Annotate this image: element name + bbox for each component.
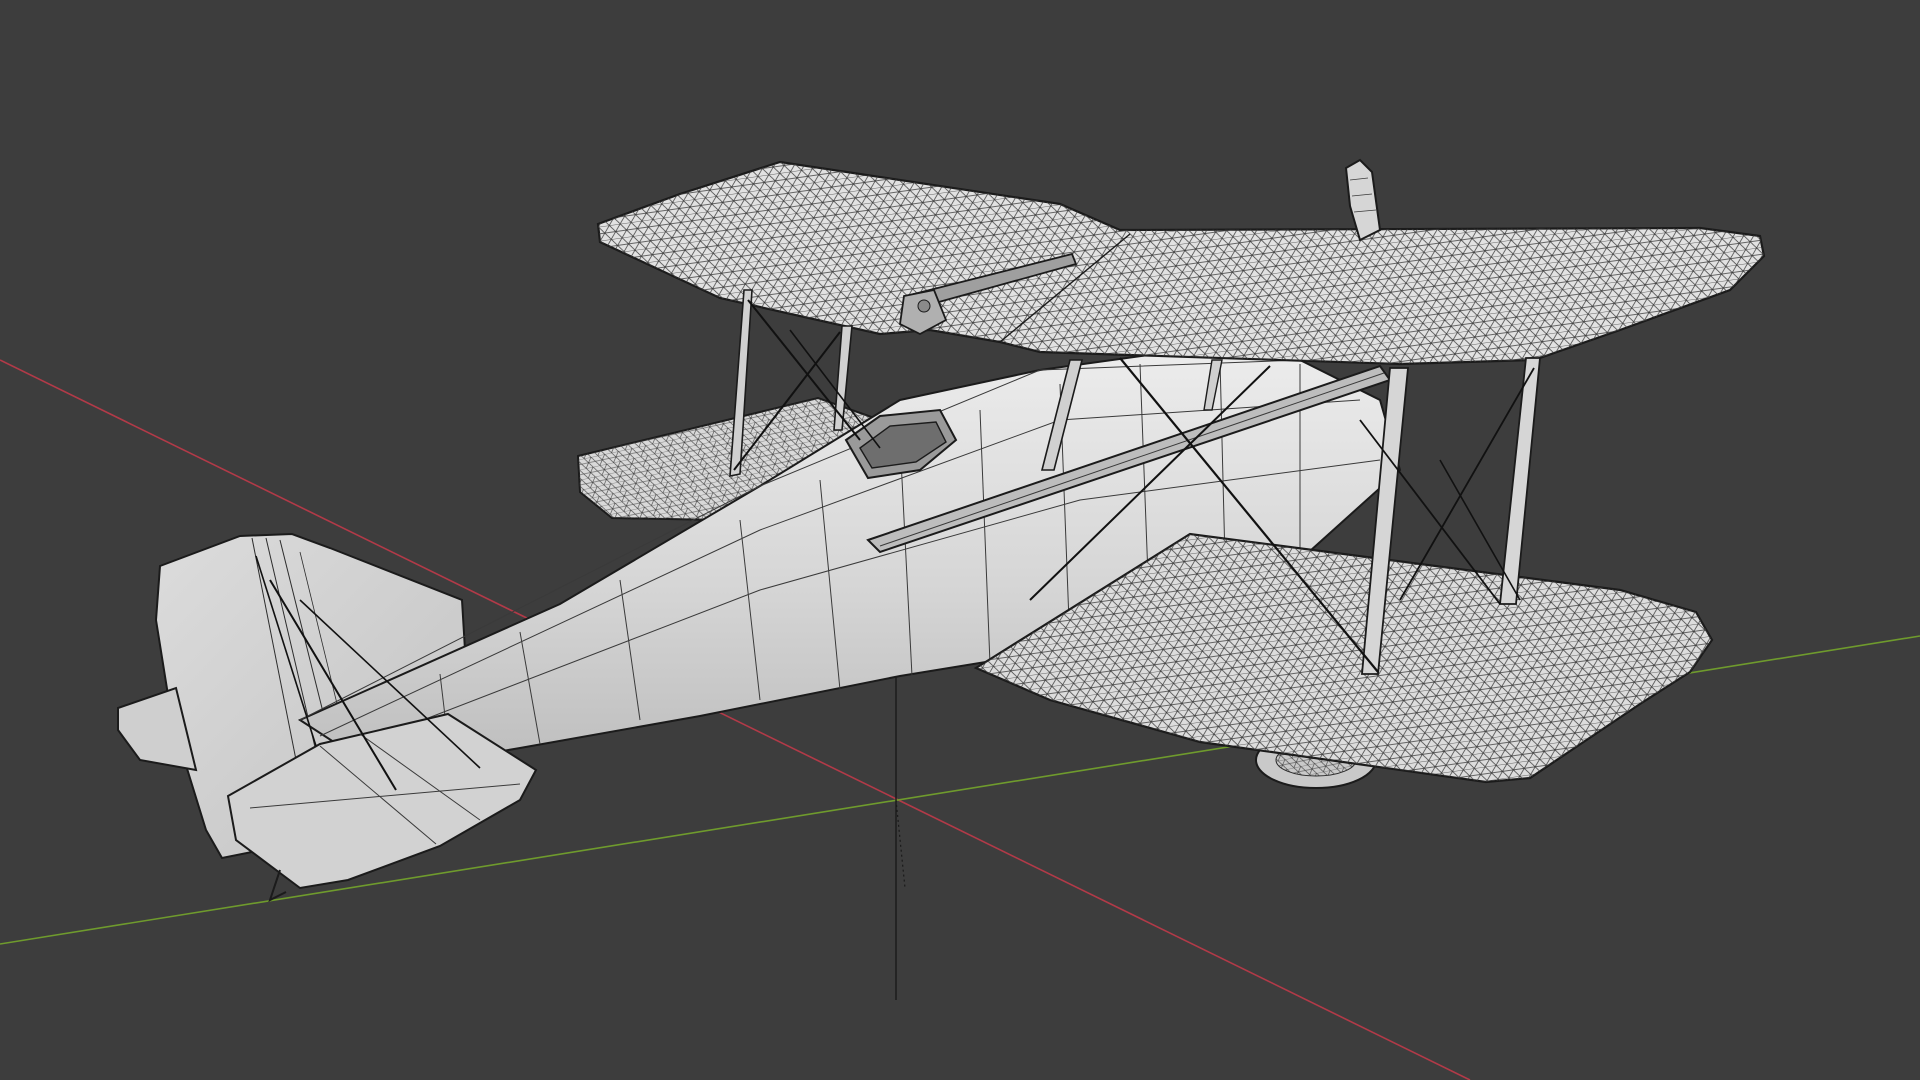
3d-viewport[interactable] — [0, 0, 1920, 1080]
viewport-canvas[interactable] — [0, 0, 1920, 1080]
propeller[interactable] — [1344, 158, 1382, 242]
biplane-model[interactable] — [117, 158, 1766, 902]
origin-dotted-line — [895, 799, 906, 889]
upper-wing[interactable] — [596, 160, 1766, 366]
